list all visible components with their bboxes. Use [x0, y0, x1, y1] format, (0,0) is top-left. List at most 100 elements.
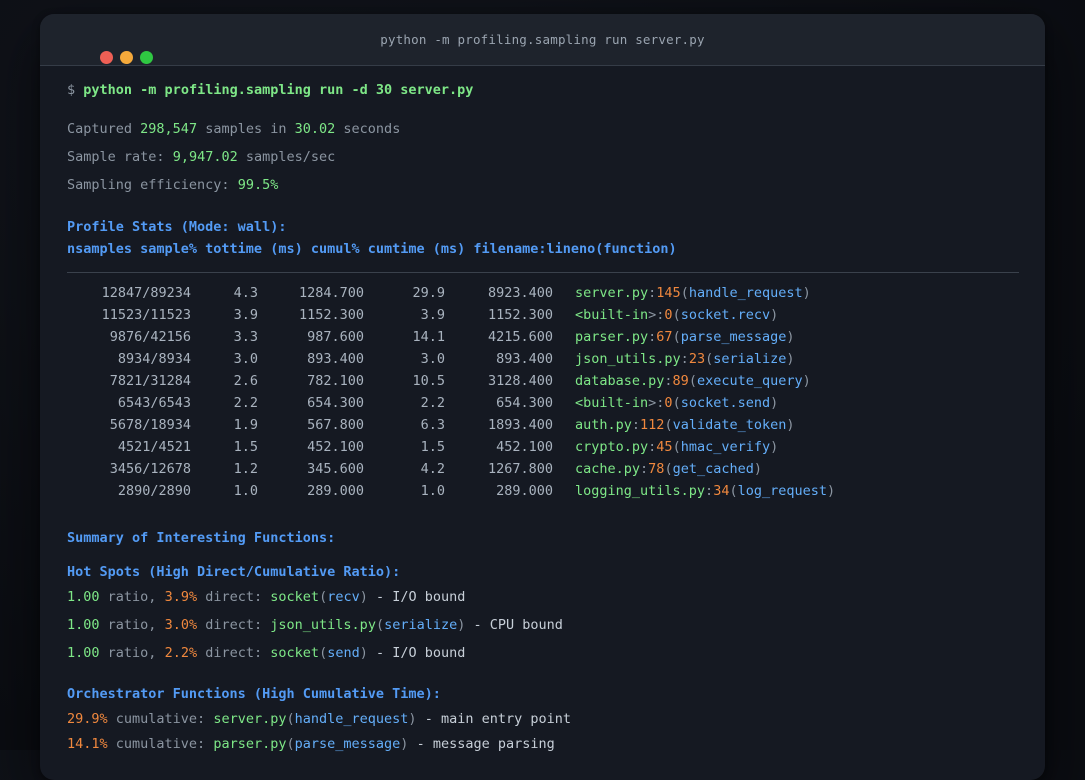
cell-sample-pct: 1.0: [233, 483, 258, 499]
file-name: server.py: [575, 285, 649, 301]
cell-function-ref: parser.py:67(parse_message): [553, 326, 1019, 348]
cell-cumtime: 1152.300: [487, 307, 553, 323]
paren-close: ): [802, 373, 811, 389]
minimize-button[interactable]: [120, 51, 133, 64]
maximize-button[interactable]: [140, 51, 153, 64]
cell-sample-pct: 3.0: [233, 351, 258, 367]
ratio-label: ratio,: [107, 589, 157, 605]
cell-cumtime: 893.400: [496, 351, 553, 367]
cell-nsamples: 5678/18934: [109, 417, 191, 433]
table-row: 7821/31284 2.6 782.100 10.5 3128.400 database…: [67, 370, 1019, 392]
hot-spots-heading: Hot Spots (High Direct/Cumulative Ratio)…: [67, 564, 401, 580]
seconds-label: seconds: [343, 121, 401, 137]
function-name: parse_message: [680, 329, 787, 345]
cell-cumul-pct: 29.9: [412, 285, 445, 301]
cell-tottime: 782.100: [307, 373, 364, 389]
paren-open: (: [286, 711, 295, 727]
orchestrator-heading: Orchestrator Functions (High Cumulative …: [67, 686, 441, 702]
separator: :: [640, 461, 649, 477]
function-name: log_request: [737, 483, 827, 499]
note-text: - main entry point: [424, 711, 572, 727]
separator: :: [705, 483, 714, 499]
paren-open: (: [705, 351, 714, 367]
cell-function-ref: json_utils.py:23(serialize): [553, 348, 1019, 370]
table-row: 8934/8934 3.0 893.400 3.0 893.400 json_utils.…: [67, 348, 1019, 370]
cumulative-pct: 29.9%: [67, 711, 108, 727]
function-name: socket.recv: [680, 307, 771, 323]
cell-cumul-pct: 1.5: [420, 439, 445, 455]
line-number: 0: [664, 307, 673, 323]
cell-sample-pct: 1.2: [233, 461, 258, 477]
table-row: 12847/89234 4.3 1284.700 29.9 8923.400 server…: [67, 282, 1019, 304]
cell-sample-pct: 3.9: [233, 307, 258, 323]
function-name: get_cached: [672, 461, 754, 477]
cell-cumtime: 452.100: [496, 439, 553, 455]
cell-sample-pct: 1.9: [233, 417, 258, 433]
paren-close: ): [770, 395, 779, 411]
cell-tottime: 654.300: [307, 395, 364, 411]
cell-nsamples: 6543/6543: [117, 395, 191, 411]
paren-close: ): [408, 711, 417, 727]
paren-close: ): [359, 589, 368, 605]
paren-open: (: [680, 285, 689, 301]
paren-close: ): [786, 351, 795, 367]
cell-nsamples: 7821/31284: [109, 373, 191, 389]
cell-cumul-pct: 10.5: [412, 373, 445, 389]
method-name: send: [327, 645, 360, 661]
note-text: - I/O bound: [376, 645, 466, 661]
efficiency-value: 99.5%: [237, 177, 279, 193]
duration-value: 30.02: [294, 121, 336, 137]
cell-sample-pct: 2.6: [233, 373, 258, 389]
file-name: <built-in: [575, 307, 649, 323]
cell-cumul-pct: 3.9: [420, 307, 445, 323]
direct-pct: 2.2%: [164, 645, 198, 661]
paren-close: ): [786, 417, 795, 433]
paren-open: (: [664, 461, 673, 477]
line-number: 23: [688, 351, 706, 367]
orchestrator-item: 14.1% cumulative: parser.py(parse_messag…: [67, 732, 1019, 757]
line-number: 145: [656, 285, 681, 301]
cell-cumul-pct: 14.1: [412, 329, 445, 345]
profile-stats-heading: Profile Stats (Mode: wall):: [67, 219, 287, 235]
cell-tottime: 893.400: [307, 351, 364, 367]
samples-in-label: samples in: [205, 121, 287, 137]
file-name: database.py: [575, 373, 665, 389]
captured-label: Captured: [67, 121, 133, 137]
paren-close: ): [770, 439, 779, 455]
cell-nsamples: 4521/4521: [117, 439, 191, 455]
note-text: - I/O bound: [376, 589, 466, 605]
function-name: hmac_verify: [680, 439, 771, 455]
paren-close: ): [359, 645, 368, 661]
paren-open: (: [319, 645, 328, 661]
terminal-output: $ python -m profiling.sampling run -d 30…: [40, 66, 1045, 757]
cell-cumtime: 3128.400: [487, 373, 553, 389]
cell-cumul-pct: 2.2: [420, 395, 445, 411]
cell-cumtime: 4215.600: [487, 329, 553, 345]
table-row: 3456/12678 1.2 345.600 4.2 1267.800 cache.py:…: [67, 458, 1019, 480]
direct-label: direct:: [205, 589, 263, 605]
efficiency-line: Sampling efficiency: 99.5%: [67, 171, 1019, 199]
rate-label: Sample rate:: [67, 149, 165, 165]
line-number: 45: [656, 439, 673, 455]
cell-nsamples: 12847/89234: [101, 285, 191, 301]
function-name: handle_request: [688, 285, 803, 301]
file-name: json_utils.py: [575, 351, 681, 367]
cell-sample-pct: 3.3: [233, 329, 258, 345]
captured-line: Captured 298,547 samples in 30.02 second…: [67, 115, 1019, 143]
separator: :: [680, 351, 689, 367]
line-number: 34: [713, 483, 730, 499]
paren-open: (: [664, 417, 673, 433]
close-button[interactable]: [100, 51, 113, 64]
target-name: json_utils.py: [270, 617, 376, 633]
ratio-value: 1.00: [67, 589, 100, 605]
hot-spot-item: 1.00 ratio, 3.9% direct: socket(recv) - …: [67, 583, 1019, 611]
cell-tottime: 987.600: [307, 329, 364, 345]
file-name: cache.py: [575, 461, 641, 477]
cell-function-ref: crypto.py:45(hmac_verify): [553, 436, 1019, 458]
paren-close: ): [753, 461, 762, 477]
samples-count: 298,547: [140, 121, 198, 137]
table-row: 4521/4521 1.5 452.100 1.5 452.100 crypto.py:4…: [67, 436, 1019, 458]
cell-cumtime: 289.000: [496, 483, 553, 499]
ratio-value: 1.00: [67, 617, 100, 633]
function-name: socket.send: [680, 395, 771, 411]
